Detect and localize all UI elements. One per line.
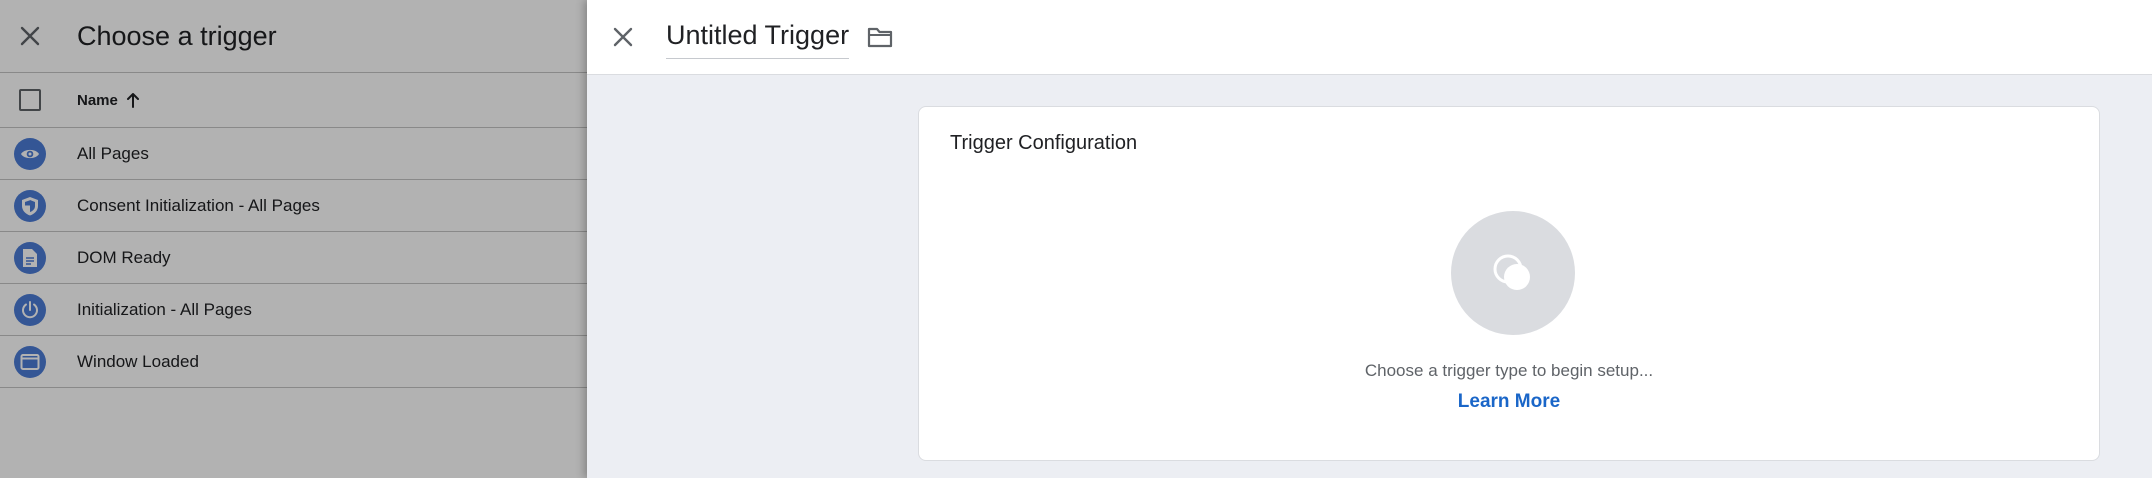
folder-icon[interactable] — [865, 22, 895, 52]
select-all-checkbox[interactable] — [19, 89, 41, 111]
trigger-row-label: Initialization - All Pages — [77, 299, 252, 319]
trigger-row-dom-ready[interactable]: DOM Ready — [0, 232, 587, 284]
trigger-type-icon[interactable] — [1451, 211, 1575, 335]
close-icon[interactable] — [587, 0, 659, 75]
trigger-row-label: Window Loaded — [77, 351, 199, 371]
shield-icon — [14, 189, 46, 222]
window-icon — [14, 345, 46, 378]
trigger-row-all-pages[interactable]: All Pages — [0, 128, 587, 180]
trigger-row-label: All Pages — [77, 143, 149, 163]
arrow-up-icon — [126, 93, 139, 108]
eye-icon — [14, 137, 46, 170]
trigger-row-label: Consent Initialization - All Pages — [77, 195, 320, 215]
trigger-chooser-header: Choose a trigger — [0, 0, 587, 72]
name-column-label: Name — [77, 91, 118, 109]
close-icon[interactable] — [0, 0, 60, 72]
document-icon — [14, 241, 46, 274]
name-column-header[interactable]: Name — [77, 92, 140, 109]
trigger-setup-hint: Choose a trigger type to begin setup... — [1364, 361, 1654, 380]
power-icon — [14, 293, 46, 326]
trigger-row-window-loaded[interactable]: Window Loaded — [0, 336, 587, 388]
trigger-row-label: DOM Ready — [77, 247, 171, 267]
trigger-editor-header: Untitled Trigger — [587, 0, 2152, 75]
trigger-chooser-panel: Choose a trigger Name All Pages Consent … — [0, 0, 587, 478]
learn-more-link[interactable]: Learn More — [919, 391, 2099, 413]
trigger-configuration-card[interactable]: Trigger Configuration Choose a trigger t… — [918, 106, 2100, 461]
trigger-name-input[interactable]: Untitled Trigger — [666, 16, 850, 59]
trigger-row-consent-initialization[interactable]: Consent Initialization - All Pages — [0, 180, 587, 232]
trigger-row-initialization[interactable]: Initialization - All Pages — [0, 284, 587, 336]
trigger-list-header: Name — [0, 72, 587, 128]
trigger-configuration-title: Trigger Configuration — [950, 132, 1138, 154]
trigger-chooser-title: Choose a trigger — [77, 20, 277, 51]
trigger-editor-panel: Untitled Trigger Trigger Configuration C… — [587, 0, 2152, 478]
